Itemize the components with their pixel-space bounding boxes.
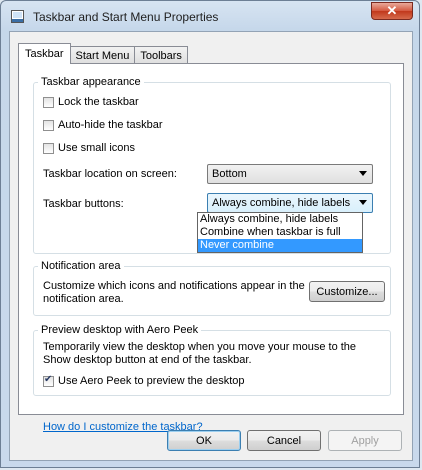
aero-peek-check-icon: [43, 374, 54, 387]
chevron-down-icon: [359, 200, 367, 205]
tab-strip: Taskbar Start Menu Toolbars: [18, 42, 188, 64]
aero-peek-legend: Preview desktop with Aero Peek: [41, 324, 199, 336]
customize-button[interactable]: Customize...: [309, 281, 385, 302]
auto-hide-check-icon: [43, 119, 54, 131]
apply-button[interactable]: Apply: [328, 430, 402, 451]
taskbar-buttons-dropdown-list: Always combine, hide labels Combine when…: [197, 212, 363, 253]
aero-peek-description-line2: Show desktop button at end of the taskba…: [43, 354, 252, 366]
tab-taskbar[interactable]: Taskbar: [18, 43, 71, 64]
aero-peek-label: Use Aero Peek to preview the desktop: [58, 375, 245, 387]
properties-window: Taskbar and Start Menu Properties ✕ Task…: [0, 0, 420, 468]
auto-hide-label: Auto-hide the taskbar: [58, 119, 163, 131]
window-title: Taskbar and Start Menu Properties: [33, 10, 219, 24]
taskbar-buttons-label: Taskbar buttons:: [43, 198, 124, 210]
lock-taskbar-label: Lock the taskbar: [58, 96, 139, 108]
tab-toolbars[interactable]: Toolbars: [134, 46, 188, 64]
taskbar-location-label: Taskbar location on screen:: [43, 168, 177, 180]
option-combine-when-full[interactable]: Combine when taskbar is full: [198, 226, 362, 239]
small-icons-check-icon: [43, 142, 54, 154]
notification-description-line2: notification area.: [43, 293, 124, 305]
taskbar-appearance-legend: Taskbar appearance: [41, 76, 141, 88]
aero-peek-description-line1: Temporarily view the desktop when you mo…: [43, 341, 357, 353]
aero-peek-checkbox[interactable]: Use Aero Peek to preview the desktop: [43, 374, 245, 387]
notification-description-line1: Customize which icons and notifications …: [43, 280, 305, 292]
title-bar[interactable]: Taskbar and Start Menu Properties ✕: [1, 1, 419, 31]
close-button[interactable]: ✕: [371, 2, 413, 20]
option-never-combine[interactable]: Never combine: [198, 239, 362, 252]
notification-area-legend: Notification area: [41, 260, 121, 272]
small-icons-checkbox[interactable]: Use small icons: [43, 142, 135, 154]
lock-taskbar-check-icon: [43, 96, 54, 108]
taskbar-location-select[interactable]: Bottom: [207, 164, 373, 184]
chevron-down-icon: [359, 171, 367, 176]
close-icon: ✕: [386, 3, 398, 18]
tab-start-menu[interactable]: Start Menu: [69, 46, 136, 64]
lock-taskbar-checkbox[interactable]: Lock the taskbar: [43, 96, 139, 108]
taskbar-buttons-select[interactable]: Always combine, hide labels: [207, 193, 373, 213]
cancel-button[interactable]: Cancel: [247, 430, 321, 451]
ok-button[interactable]: OK: [167, 430, 241, 451]
auto-hide-checkbox[interactable]: Auto-hide the taskbar: [43, 119, 163, 131]
option-always-combine[interactable]: Always combine, hide labels: [198, 213, 362, 226]
small-icons-label: Use small icons: [58, 142, 136, 154]
taskbar-properties-icon: [11, 10, 24, 23]
